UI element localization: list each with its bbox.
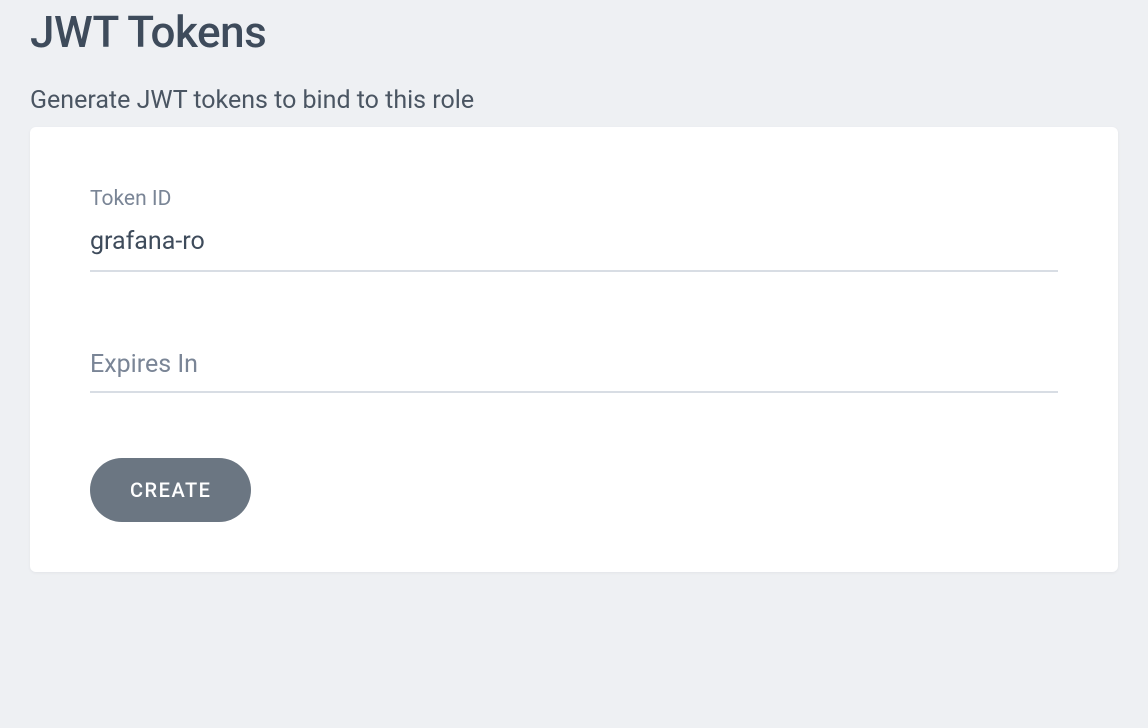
expires-in-group: Expires In: [90, 342, 1058, 393]
token-id-label: Token ID: [90, 187, 1058, 211]
page-title: JWT Tokens: [30, 6, 1118, 58]
token-id-input[interactable]: [90, 221, 1058, 272]
create-button[interactable]: CREATE: [90, 458, 251, 522]
expires-in-input[interactable]: [90, 342, 1058, 393]
token-id-group: Token ID: [90, 187, 1058, 272]
token-form-card: Token ID Expires In CREATE: [30, 127, 1118, 572]
page-subtitle: Generate JWT tokens to bind to this role: [30, 86, 1118, 115]
